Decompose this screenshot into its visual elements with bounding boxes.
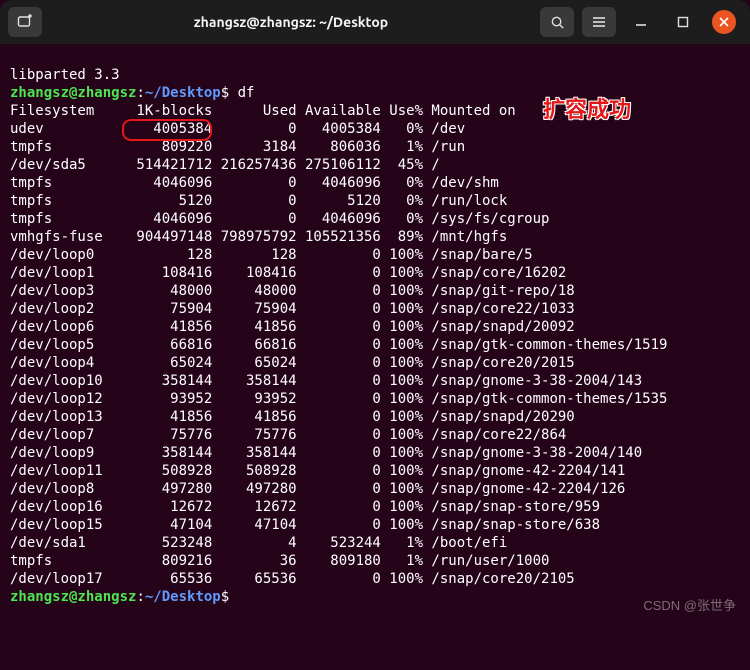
df-row: /dev/loop7 75776 75776 0 100% /snap/core… [10,426,740,444]
df-row: /dev/loop0 128 128 0 100% /snap/bare/5 [10,246,740,264]
df-row: udev 4005384 0 4005384 0% /dev [10,120,740,138]
maximize-button[interactable] [666,7,700,37]
df-row: /dev/loop11 508928 508928 0 100% /snap/g… [10,462,740,480]
close-icon [719,17,729,27]
df-row: tmpfs 4046096 0 4046096 0% /sys/fs/cgrou… [10,210,740,228]
terminal-output[interactable]: libparted 3.3zhangsz@zhangsz:~/Desktop$ … [0,44,750,670]
prompt-line-1: zhangsz@zhangsz:~/Desktop$ df [10,84,740,102]
prompt-dollar: $ [221,589,229,605]
close-button[interactable] [712,10,736,34]
df-row: /dev/loop9 358144 358144 0 100% /snap/gn… [10,444,740,462]
df-row: vmhgfs-fuse 904497148 798975792 10552135… [10,228,740,246]
df-row: /dev/loop16 12672 12672 0 100% /snap/sna… [10,498,740,516]
prompt-userhost: zhangsz@zhangsz [10,85,136,101]
df-row: /dev/loop3 48000 48000 0 100% /snap/git-… [10,282,740,300]
df-row: tmpfs 4046096 0 4046096 0% /dev/shm [10,174,740,192]
df-row: /dev/loop8 497280 497280 0 100% /snap/gn… [10,480,740,498]
df-row: tmpfs 809216 36 809180 1% /run/user/1000 [10,552,740,570]
watermark: CSDN @张世争 [643,597,736,615]
titlebar: zhangsz@zhangsz: ~/Desktop [0,0,750,44]
prompt-path: ~/Desktop [145,589,221,605]
prompt-colon: : [136,85,144,101]
df-row: /dev/loop1 108416 108416 0 100% /snap/co… [10,264,740,282]
window-title: zhangsz@zhangsz: ~/Desktop [50,13,532,31]
df-row: /dev/loop13 41856 41856 0 100% /snap/sna… [10,408,740,426]
prompt-line-2[interactable]: zhangsz@zhangsz:~/Desktop$ [10,588,740,606]
search-button[interactable] [540,7,574,37]
prompt-path: ~/Desktop [145,85,221,101]
df-row: /dev/loop6 41856 41856 0 100% /snap/snap… [10,318,740,336]
df-row: /dev/loop17 65536 65536 0 100% /snap/cor… [10,570,740,588]
df-row: /dev/loop10 358144 358144 0 100% /snap/g… [10,372,740,390]
df-header: Filesystem 1K-blocks Used Available Use%… [10,102,740,120]
hamburger-menu-button[interactable] [582,7,616,37]
df-row: tmpfs 809220 3184 806036 1% /run [10,138,740,156]
new-tab-icon [17,14,33,30]
lib-line: libparted 3.3 [10,66,740,84]
prompt-userhost: zhangsz@zhangsz [10,589,136,605]
prompt-dollar: $ [221,85,229,101]
df-row: /dev/sda1 523248 4 523244 1% /boot/efi [10,534,740,552]
hamburger-icon [592,15,606,29]
search-icon [550,15,565,30]
df-row: /dev/loop5 66816 66816 0 100% /snap/gtk-… [10,336,740,354]
minimize-icon [635,16,647,28]
prompt-colon: : [136,589,144,605]
df-row: /dev/loop15 47104 47104 0 100% /snap/sna… [10,516,740,534]
df-row: /dev/loop12 93952 93952 0 100% /snap/gtk… [10,390,740,408]
df-row: tmpfs 5120 0 5120 0% /run/lock [10,192,740,210]
df-row: /dev/loop4 65024 65024 0 100% /snap/core… [10,354,740,372]
new-tab-button[interactable] [8,7,42,37]
df-row: /dev/loop2 75904 75904 0 100% /snap/core… [10,300,740,318]
maximize-icon [677,16,689,28]
minimize-button[interactable] [624,7,658,37]
df-row: /dev/sda5 514421712 216257436 275106112 … [10,156,740,174]
command: df [238,85,255,101]
